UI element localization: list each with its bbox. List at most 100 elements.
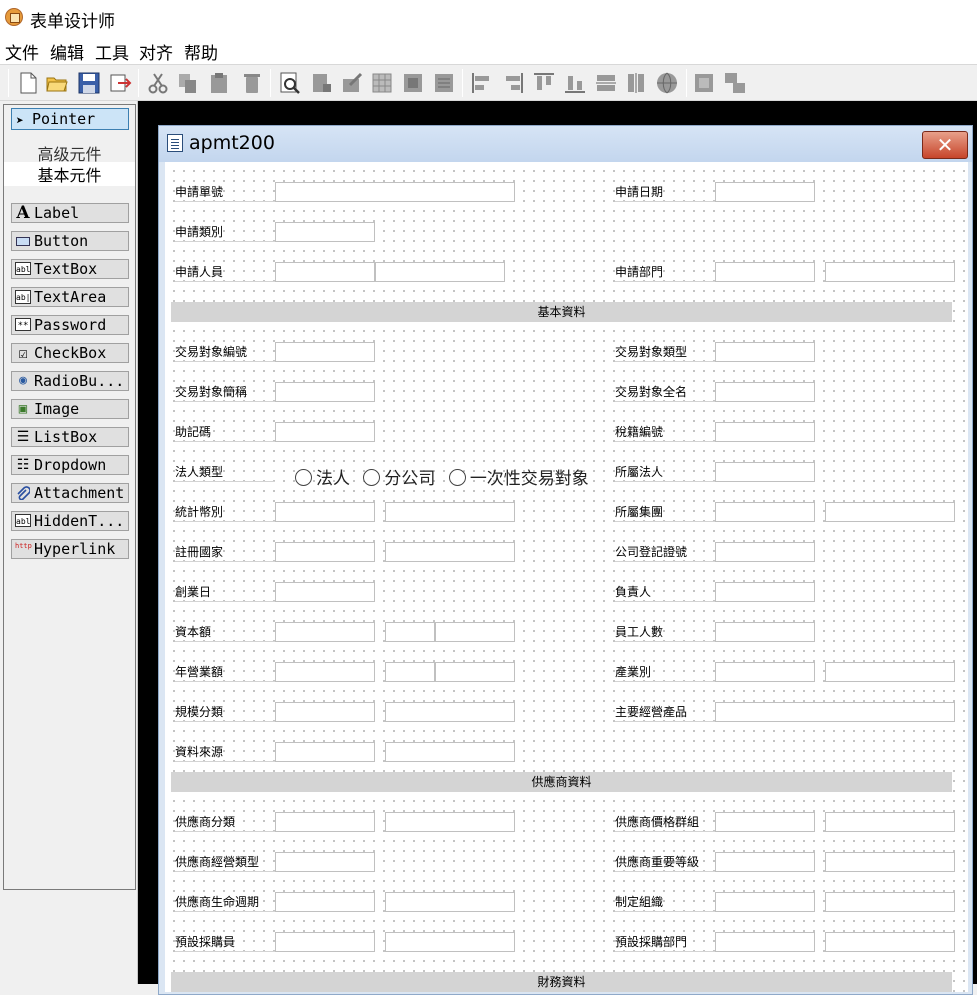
field-mnemonic[interactable] <box>275 422 375 442</box>
label-supplier-class[interactable]: 供應商分類 <box>175 812 275 832</box>
menu-edit[interactable]: 编辑 <box>50 39 84 64</box>
field-capital[interactable] <box>275 622 375 642</box>
copy-icon[interactable] <box>176 71 200 95</box>
field-company-reg[interactable] <box>715 542 815 562</box>
radio-option-branch[interactable]: 分公司 <box>363 464 435 489</box>
menu-align[interactable]: 对齐 <box>139 39 173 64</box>
field-currency-name[interactable] <box>385 502 515 522</box>
export-icon[interactable] <box>108 71 132 95</box>
field-supplier-class-name[interactable] <box>385 812 515 832</box>
bring-front-icon[interactable] <box>401 71 425 95</box>
label-supplier-importance[interactable]: 供應商重要等級 <box>615 852 715 872</box>
label-apply-type[interactable]: 申請類別 <box>175 222 275 242</box>
close-button[interactable]: ✕ <box>922 131 968 159</box>
tab-basic-components[interactable]: 基本元件 <box>4 162 135 186</box>
field-supplier-lifecycle-id[interactable] <box>275 892 375 912</box>
field-supplier-class-id[interactable] <box>275 812 375 832</box>
component-dropdown[interactable]: ☷ Dropdown <box>11 455 129 475</box>
field-source-id[interactable] <box>275 742 375 762</box>
label-tax-no[interactable]: 稅籍編號 <box>615 422 715 442</box>
save-icon[interactable] <box>77 71 101 95</box>
label-buyer[interactable]: 預設採購員 <box>175 932 275 952</box>
field-capital-currency[interactable] <box>385 622 435 642</box>
field-party-short[interactable] <box>275 382 375 402</box>
component-image[interactable]: ▣ Image <box>11 399 129 419</box>
field-main-products[interactable] <box>715 702 955 722</box>
field-apply-date[interactable] <box>715 182 815 202</box>
label-industry[interactable]: 產業別 <box>615 662 715 682</box>
label-apply-date[interactable]: 申請日期 <box>615 182 715 202</box>
grid-icon[interactable] <box>370 71 394 95</box>
new-file-icon[interactable] <box>16 71 40 95</box>
field-supplier-price-group-name[interactable] <box>825 812 955 832</box>
open-folder-icon[interactable] <box>45 71 69 95</box>
send-back-icon[interactable] <box>432 71 456 95</box>
field-party-type[interactable] <box>715 342 815 362</box>
label-party-no[interactable]: 交易對象編號 <box>175 342 275 362</box>
field-buyer-id[interactable] <box>275 932 375 952</box>
label-founded[interactable]: 創業日 <box>175 582 275 602</box>
field-buyer-dept-id[interactable] <box>715 932 815 952</box>
menu-help[interactable]: 帮助 <box>184 39 218 64</box>
label-applicant[interactable]: 申請人員 <box>175 262 275 282</box>
label-supplier-price-group[interactable]: 供應商價格群組 <box>615 812 715 832</box>
field-supplier-lifecycle-name[interactable] <box>385 892 515 912</box>
component-password[interactable]: ** Password <box>11 315 129 335</box>
label-buyer-dept[interactable]: 預設採購部門 <box>615 932 715 952</box>
field-capital-amount[interactable] <box>435 622 515 642</box>
component-hyperlink[interactable]: http Hyperlink <box>11 539 129 559</box>
field-currency-id[interactable] <box>275 502 375 522</box>
label-belong-legal[interactable]: 所屬法人 <box>615 462 715 482</box>
component-attachment[interactable]: Attachment <box>11 483 129 503</box>
field-supplier-price-group-id[interactable] <box>715 812 815 832</box>
label-party-short[interactable]: 交易對象簡稱 <box>175 382 275 402</box>
field-party-full[interactable] <box>715 382 815 402</box>
field-industry-id[interactable] <box>715 662 815 682</box>
field-supplier-importance-id[interactable] <box>715 852 815 872</box>
form-surface[interactable]: 申請單號 申請日期 申請類別 申請人員 申請部門 基本資料 交易對象編號 交易對… <box>165 162 968 992</box>
align-top-icon[interactable] <box>532 71 556 95</box>
label-scale[interactable]: 規模分類 <box>175 702 275 722</box>
align-bottom-icon[interactable] <box>563 71 587 95</box>
field-founded[interactable] <box>275 582 375 602</box>
label-currency[interactable]: 統計幣別 <box>175 502 275 522</box>
label-employees[interactable]: 員工人數 <box>615 622 715 642</box>
field-party-no[interactable] <box>275 342 375 362</box>
field-apply-dept-id[interactable] <box>715 262 815 282</box>
field-applicant-id[interactable] <box>275 262 375 282</box>
label-party-type[interactable]: 交易對象類型 <box>615 342 715 362</box>
preview-icon[interactable] <box>278 71 302 95</box>
component-label[interactable]: A Label <box>11 203 129 223</box>
same-width-icon[interactable] <box>594 71 618 95</box>
cut-icon[interactable] <box>146 71 170 95</box>
label-apply-dept[interactable]: 申請部門 <box>615 262 715 282</box>
field-revenue-currency[interactable] <box>385 662 435 682</box>
field-tax-no[interactable] <box>715 422 815 442</box>
field-country-name[interactable] <box>385 542 515 562</box>
field-employees[interactable] <box>715 622 815 642</box>
label-main-products[interactable]: 主要經營產品 <box>615 702 715 722</box>
label-belong-group[interactable]: 所屬集團 <box>615 502 715 522</box>
field-apply-dept-name[interactable] <box>825 262 955 282</box>
section-supplier-info[interactable]: 供應商資料 <box>171 772 952 792</box>
label-apply-no[interactable]: 申請單號 <box>175 182 275 202</box>
field-belong-legal[interactable] <box>715 462 815 482</box>
field-belong-group-name[interactable] <box>825 502 955 522</box>
component-button[interactable]: Button <box>11 231 129 251</box>
field-applicant-name[interactable] <box>375 262 505 282</box>
label-supplier-biz-type[interactable]: 供應商經營類型 <box>175 852 275 872</box>
field-apply-no[interactable] <box>275 182 515 202</box>
field-apply-type[interactable] <box>275 222 375 242</box>
menu-tools[interactable]: 工具 <box>95 39 129 64</box>
section-finance-info[interactable]: 財務資料 <box>171 972 952 992</box>
globe-icon[interactable] <box>655 71 679 95</box>
section-basic-info[interactable]: 基本資料 <box>171 302 952 322</box>
ungroup-icon[interactable] <box>723 71 747 95</box>
same-height-icon[interactable] <box>624 71 648 95</box>
radio-group-legal-type[interactable]: 法人 分公司 一次性交易對象 <box>295 464 595 489</box>
label-legal-type[interactable]: 法人類型 <box>175 462 275 482</box>
field-buyer-dept-name[interactable] <box>825 932 955 952</box>
component-radiobutton[interactable]: ◉ RadioBu... <box>11 371 129 391</box>
group-icon[interactable] <box>692 71 716 95</box>
menu-file[interactable]: 文件 <box>5 39 39 64</box>
